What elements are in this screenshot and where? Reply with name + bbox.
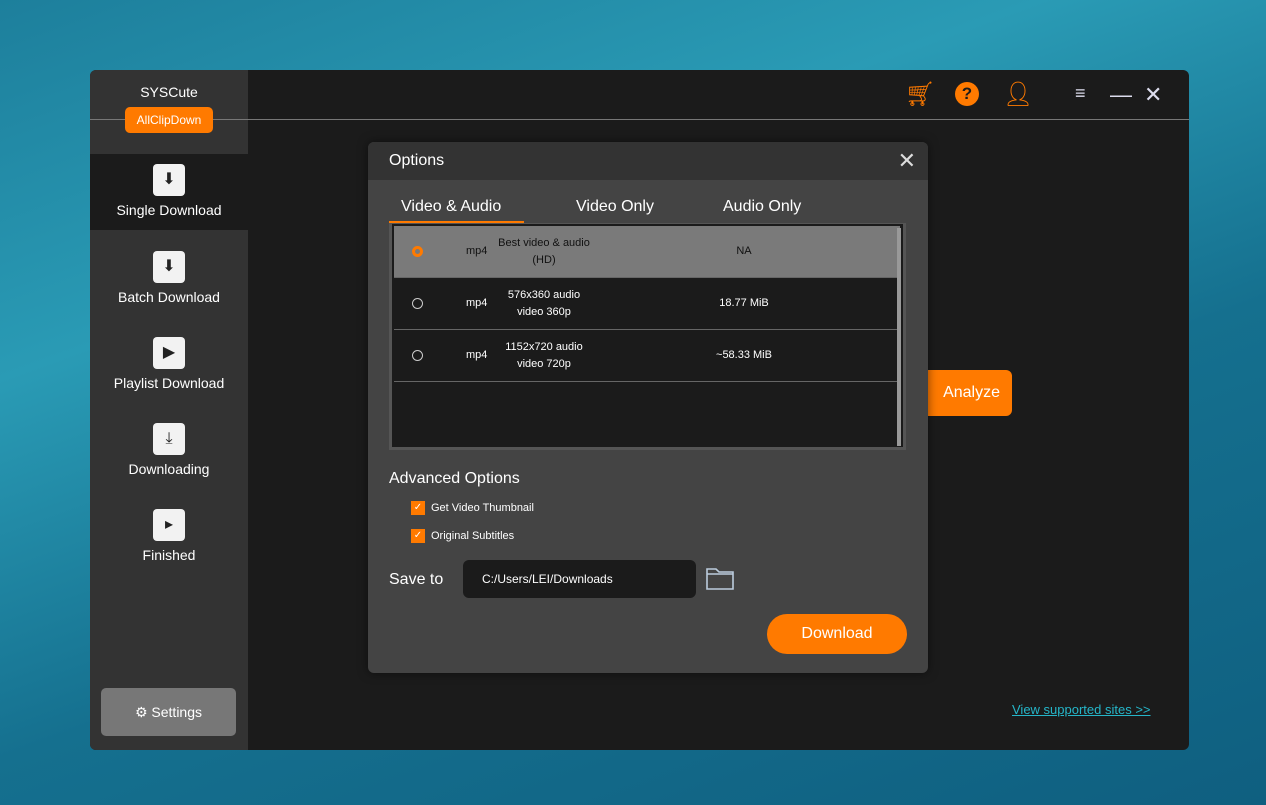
menu-icon[interactable]: ≡ xyxy=(1075,83,1086,104)
nav-label: Downloading xyxy=(128,461,210,477)
radio-button[interactable] xyxy=(412,246,423,257)
table-row[interactable]: mp4 576x360 audio video 360p 18.77 MiB xyxy=(394,278,900,330)
folder-download-icon: ⤓ xyxy=(153,423,185,455)
brand-name: SYSCute xyxy=(140,84,198,100)
download-box-icon: ⬇ xyxy=(153,164,185,196)
dialog-title: Options xyxy=(389,152,445,169)
radio-button[interactable] xyxy=(412,298,423,309)
radio-button[interactable] xyxy=(412,350,423,361)
tab-video-audio[interactable]: Video & Audio xyxy=(401,198,501,216)
settings-button[interactable]: ⚙ Settings xyxy=(101,688,236,736)
size: NA xyxy=(736,245,752,257)
quality: 576x360 audio video 360p xyxy=(507,289,581,318)
size: ~58.33 MiB xyxy=(716,349,772,361)
table-row[interactable]: mp4 Best video & audio (HD) NA xyxy=(394,226,900,278)
subtitles-checkbox[interactable]: ✓ xyxy=(411,529,425,543)
size: 18.77 MiB xyxy=(719,297,769,309)
download-button[interactable]: Download xyxy=(767,614,907,654)
nav-label: Single Download xyxy=(116,202,222,218)
table-row[interactable]: mp4 1152x720 audio video 720p ~58.33 MiB xyxy=(394,330,900,382)
cart-icon[interactable]: 🛒︎ xyxy=(905,80,935,109)
gear-icon: ⚙ xyxy=(134,704,148,720)
format-table: mp4 Best video & audio (HD) NA mp4 576x360 … xyxy=(389,223,906,450)
film-icon: ▸ xyxy=(153,509,185,541)
thumbnail-checkbox[interactable]: ✓ xyxy=(411,501,425,515)
sidebar-item-batch-download[interactable]: ⬇ Batch Download xyxy=(90,241,248,317)
quality: 1152x720 audio video 720p xyxy=(505,341,583,370)
dialog-close-icon[interactable]: ✕ xyxy=(898,142,916,180)
minimize-icon[interactable]: — xyxy=(1110,82,1132,108)
product-badge: AllClipDown xyxy=(125,107,213,133)
nav-label: Finished xyxy=(142,547,196,563)
advanced-options-heading: Advanced Options xyxy=(389,470,520,487)
user-add-icon[interactable]: 👤︎ xyxy=(1003,80,1033,109)
format: mp4 xyxy=(466,245,488,257)
download-box-icon: ⬇ xyxy=(153,251,185,283)
help-icon[interactable]: ? xyxy=(955,82,979,106)
subtitles-label: Original Subtitles xyxy=(431,530,515,542)
thumbnail-label: Get Video Thumbnail xyxy=(431,502,534,514)
tab-audio-only[interactable]: Audio Only xyxy=(723,198,801,216)
play-icon: ▶ xyxy=(153,337,185,369)
settings-label: Settings xyxy=(151,704,203,720)
supported-sites-link[interactable]: View supported sites >> xyxy=(1012,702,1151,717)
save-path-input[interactable]: C:/Users/LEI/Downloads xyxy=(463,560,696,598)
format: mp4 xyxy=(466,297,488,309)
sidebar-item-playlist-download[interactable]: ▶ Playlist Download xyxy=(90,327,248,403)
close-icon[interactable]: ✕ xyxy=(1144,82,1162,108)
save-to-label: Save to xyxy=(389,571,444,588)
options-dialog: Options ✕ Video & Audio Video Only Audio … xyxy=(368,142,928,673)
format: mp4 xyxy=(466,349,488,361)
nav-label: Playlist Download xyxy=(113,375,225,391)
sidebar-item-downloading[interactable]: ⤓ Downloading xyxy=(90,413,248,489)
header-divider xyxy=(90,119,1189,120)
dialog-header: Options ✕ xyxy=(368,142,928,180)
tab-video-only[interactable]: Video Only xyxy=(576,198,654,216)
sidebar-item-finished[interactable]: ▸ Finished xyxy=(90,499,248,575)
sidebar-item-single-download[interactable]: ⬇ Single Download xyxy=(90,154,248,230)
analyze-button[interactable]: Analyze xyxy=(920,370,1012,416)
quality: Best video & audio (HD) xyxy=(498,237,590,266)
sidebar: SYSCute ⬇ Single Download ⬇ Batch Download… xyxy=(90,70,248,750)
scrollbar[interactable] xyxy=(897,228,901,446)
nav-label: Batch Download xyxy=(118,289,220,305)
folder-icon[interactable] xyxy=(706,566,734,590)
